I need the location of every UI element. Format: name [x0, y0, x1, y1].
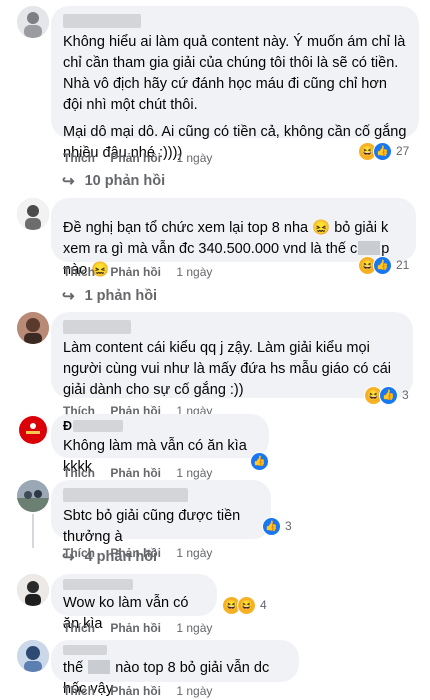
- avatar[interactable]: [17, 6, 49, 38]
- author-name-initial[interactable]: Đ: [63, 419, 72, 433]
- reaction-count: 3: [402, 388, 409, 402]
- reaction-summary[interactable]: 😆 😆 4: [222, 595, 267, 615]
- redacted-word: [358, 241, 381, 255]
- reaction-count: 27: [396, 144, 410, 158]
- like-icon: 👍: [373, 255, 392, 275]
- like-button[interactable]: Thích: [63, 466, 95, 480]
- reply-button[interactable]: Phản hồi: [110, 151, 161, 165]
- reply-button[interactable]: Phản hồi: [110, 684, 161, 698]
- redacted-author-name[interactable]: [63, 645, 107, 655]
- view-replies[interactable]: ↪ 4 phản hồi: [62, 548, 157, 566]
- reply-button[interactable]: Phản hồi: [110, 621, 161, 635]
- weary-emoji-icon: 😖: [312, 220, 331, 236]
- reaction-summary[interactable]: 👍 3: [262, 516, 292, 536]
- reaction-count: 3: [285, 519, 292, 533]
- comment-bubble: Wow ko làm vẫn có ăn kìa: [51, 574, 217, 632]
- comment-text: Không hiểu ai làm quả content này. Ý muố…: [63, 34, 410, 113]
- timestamp[interactable]: 1 ngày: [176, 466, 212, 480]
- comment-bubble: Sbtc bỏ giải cũng được tiền thưởng à: [51, 480, 271, 545]
- replies-count: 10 phản hồi: [84, 173, 166, 189]
- redacted-author-name[interactable]: [63, 320, 131, 334]
- reply-arrow-icon: ↪: [62, 549, 75, 566]
- avatar[interactable]: [17, 574, 49, 606]
- like-button[interactable]: Thích: [63, 621, 95, 635]
- like-icon: 👍: [373, 141, 392, 161]
- reply-button[interactable]: Phản hồi: [110, 466, 161, 480]
- reply-arrow-icon: ↪: [62, 288, 75, 305]
- timestamp[interactable]: 1 ngày: [176, 546, 212, 560]
- comment-text: Sbtc bỏ giải cũng được tiền thưởng à: [63, 508, 245, 545]
- avatar[interactable]: [17, 640, 49, 672]
- comment-bubble: Đề nghị bạn tổ chức xem lại top 8 nha 😖 …: [51, 198, 416, 278]
- like-icon: 👍: [379, 385, 398, 405]
- like-button[interactable]: Thích: [63, 265, 95, 279]
- reply-arrow-icon: ↪: [62, 173, 75, 190]
- reaction-summary[interactable]: 😆 👍 3: [364, 385, 409, 405]
- comment-bubble: Làm content cái kiểu qq j zậy. Làm giải …: [51, 312, 413, 398]
- comment-actions: Thích Phản hồi 1 ngày: [63, 265, 224, 279]
- redacted-word: [88, 660, 111, 674]
- thread-line: [32, 514, 34, 548]
- like-button[interactable]: Thích: [63, 151, 95, 165]
- reaction-summary[interactable]: 😆 👍 27: [358, 141, 410, 161]
- comment-actions: Thích Phản hồi 1 ngày: [63, 466, 224, 480]
- avatar[interactable]: [17, 198, 49, 230]
- timestamp[interactable]: 1 ngày: [176, 151, 212, 165]
- comment-text: Làm content cái kiểu qq j zậy. Làm giải …: [63, 340, 396, 398]
- redacted-author-name[interactable]: [63, 488, 188, 502]
- view-replies[interactable]: ↪ 1 phản hồi: [62, 287, 157, 305]
- reaction-summary[interactable]: 👍: [250, 451, 269, 471]
- timestamp[interactable]: 1 ngày: [176, 621, 212, 635]
- comment-bubble: Đ Không làm mà vẫn có ăn kìa kkkk: [51, 414, 269, 475]
- comment-actions: Thích Phản hồi 1 ngày: [63, 151, 224, 165]
- haha-icon: 😆: [237, 595, 256, 615]
- redacted-author-name[interactable]: [73, 420, 124, 432]
- avatar[interactable]: [17, 480, 49, 512]
- replies-count: 4 phản hồi: [84, 549, 158, 565]
- redacted-author-name[interactable]: [63, 14, 141, 28]
- comment-bubble: Không hiểu ai làm quả content này. Ý muố…: [51, 6, 419, 161]
- reaction-count: 4: [260, 598, 267, 612]
- avatar[interactable]: [17, 312, 49, 344]
- reaction-summary[interactable]: 😆 👍 21: [358, 255, 410, 275]
- reply-button[interactable]: Phản hồi: [110, 265, 161, 279]
- like-icon: 👍: [250, 451, 269, 471]
- timestamp[interactable]: 1 ngày: [176, 265, 212, 279]
- redacted-author-name[interactable]: [63, 579, 133, 590]
- like-button[interactable]: Thích: [63, 684, 95, 698]
- avatar[interactable]: [17, 414, 49, 446]
- like-icon: 👍: [262, 516, 281, 536]
- replies-count: 1 phản hồi: [84, 288, 158, 304]
- comment-bubble: thế nào top 8 bỏ giải vẫn dc hốc vậy: [51, 640, 299, 697]
- view-replies[interactable]: ↪ 10 phản hồi: [62, 172, 165, 190]
- comment-actions: Thích Phản hồi 1 ngày: [63, 684, 224, 698]
- timestamp[interactable]: 1 ngày: [176, 684, 212, 698]
- reaction-count: 21: [396, 258, 410, 272]
- comment-actions: Thích Phản hồi 1 ngày: [63, 621, 224, 635]
